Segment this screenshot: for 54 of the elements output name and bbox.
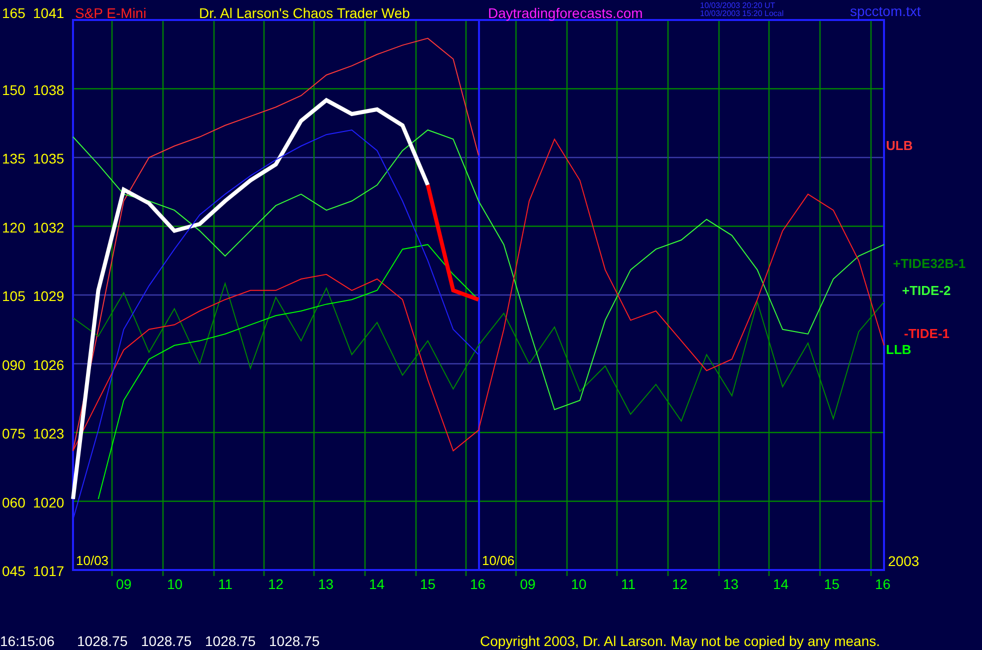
axis-tick-label: 1029 — [33, 288, 64, 304]
axis-label: 090 — [2, 356, 26, 373]
hour-label: 09 — [116, 576, 132, 592]
quote-value: 1028.75 — [269, 633, 320, 649]
axis-label: 165 — [2, 5, 26, 21]
axis-tick-label: 1038 — [33, 82, 64, 98]
axis-label: 060 — [2, 494, 26, 510]
series-label: -TIDE-1 — [904, 326, 950, 341]
quote-value: 1028.75 — [205, 633, 256, 649]
axis-label: 105 — [2, 288, 26, 304]
axis-tick-label: 1017 — [33, 563, 64, 579]
hour-label: 14 — [773, 576, 789, 592]
date-label: 10/06 — [482, 553, 515, 568]
axis-label: 045 — [2, 563, 26, 579]
clock-time: 16:15:06 — [0, 633, 54, 649]
series-label: ULB — [886, 138, 913, 153]
chart-title: Dr. Al Larson's Chaos Trader Web — [199, 5, 410, 21]
axis-tick-label: 1026 — [33, 356, 64, 373]
hour-label: 15 — [824, 576, 840, 592]
hour-label: 11 — [218, 576, 233, 592]
series-label: +TIDE32B-1 — [893, 256, 966, 271]
hour-label: 09 — [520, 576, 536, 592]
series-label: +TIDE-2 — [902, 283, 951, 298]
series-label: LLB — [886, 342, 912, 357]
site-link[interactable]: Daytradingforecasts.com — [488, 5, 643, 21]
axis-label: 150 — [2, 82, 26, 98]
axis-label: 075 — [2, 426, 26, 442]
timestamp: 10/03/2003 15:20 Local — [700, 9, 784, 18]
quote-value: 1028.75 — [77, 633, 128, 649]
axis-tick-label: 1035 — [33, 150, 64, 166]
timestamp: 10/03/2003 20:20 UT — [700, 1, 776, 10]
axis-tick-label: 1032 — [33, 219, 64, 236]
symbol-title: S&P E-Mini — [75, 5, 146, 21]
hour-label: 16 — [875, 576, 891, 592]
hour-label: 16 — [470, 576, 486, 592]
hour-label: 15 — [420, 576, 436, 592]
axis-label: 120 — [2, 219, 26, 236]
copyright-text: Copyright 2003, Dr. Al Larson. May not be copied by any means. — [480, 633, 880, 649]
hour-label: 14 — [369, 576, 385, 592]
axis-tick-label: 1023 — [33, 426, 64, 442]
year-label: 2003 — [888, 553, 920, 569]
hour-label: 13 — [723, 576, 739, 592]
hour-label: 10 — [167, 576, 183, 592]
axis-tick-label: 1041 — [33, 5, 64, 21]
quote-value: 1028.75 — [141, 633, 192, 649]
date-label: 10/03 — [76, 553, 109, 568]
hour-label: 11 — [621, 576, 636, 592]
axis-label: 135 — [2, 150, 26, 166]
hour-label: 12 — [672, 576, 688, 592]
axis-tick-label: 1020 — [33, 494, 64, 510]
hour-label: 12 — [268, 576, 284, 592]
hour-label: 10 — [571, 576, 587, 592]
file-name: spcctom.txt — [850, 3, 921, 19]
hour-label: 13 — [318, 576, 334, 592]
